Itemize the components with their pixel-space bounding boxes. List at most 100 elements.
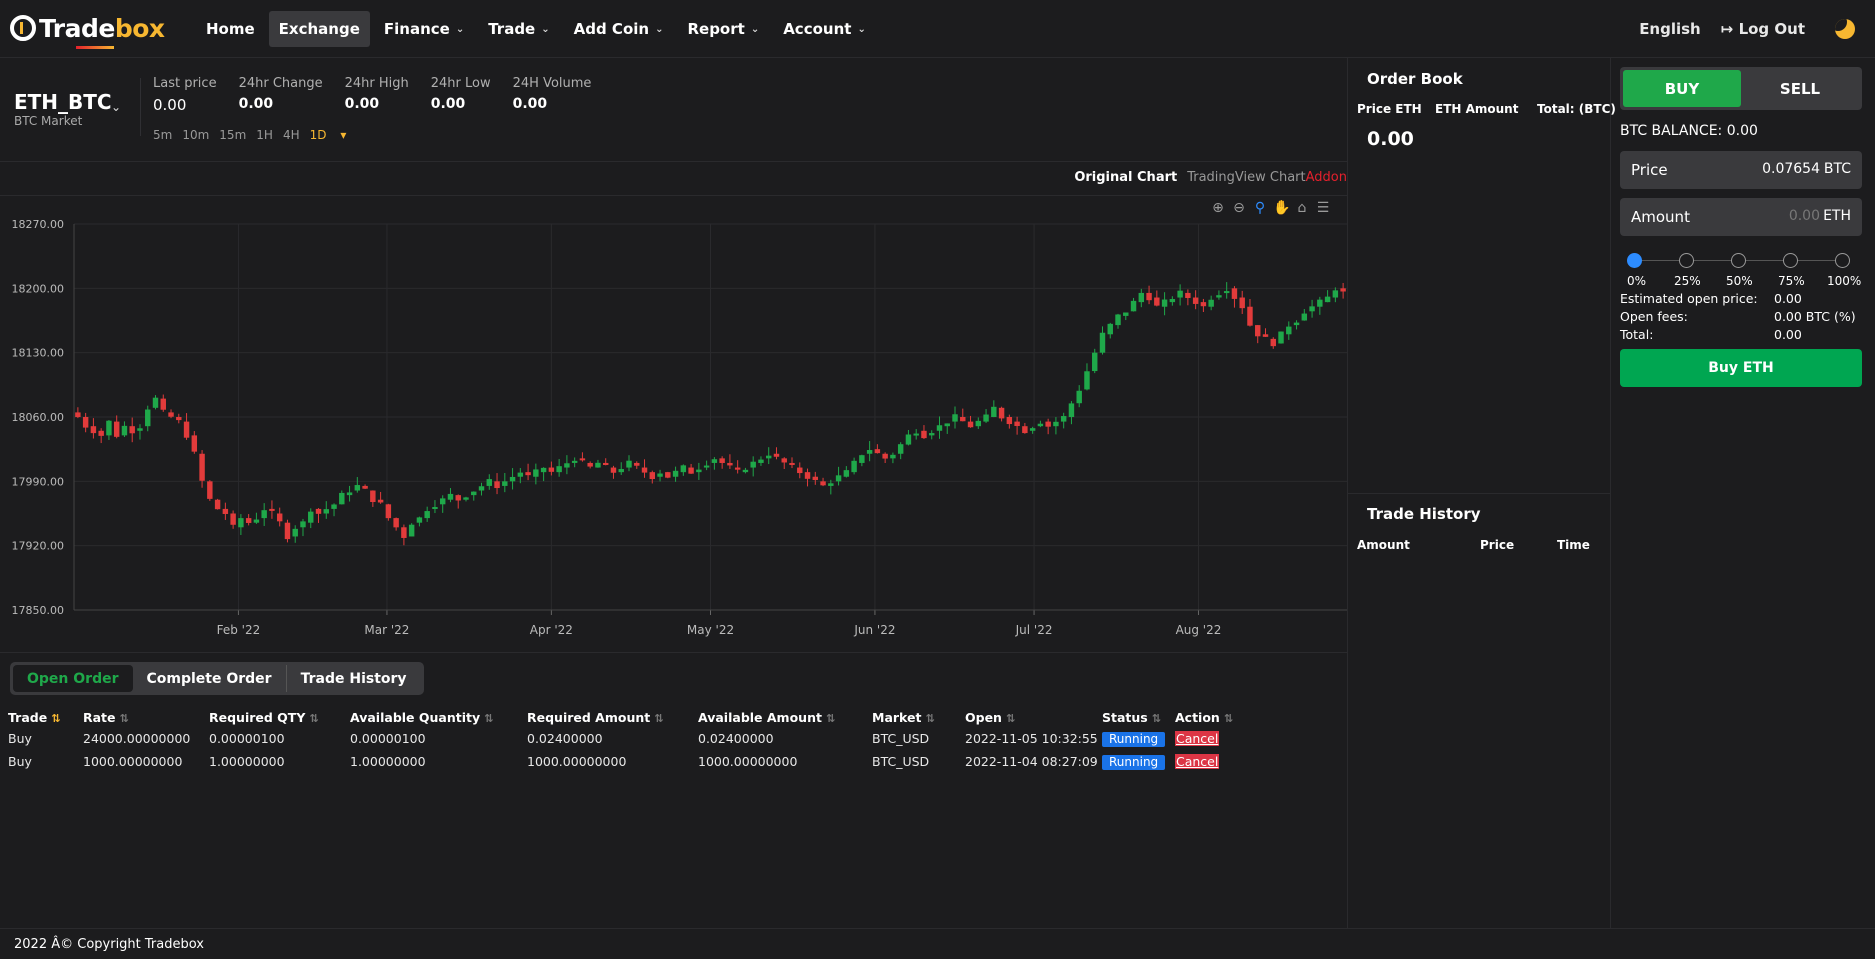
candle-body — [929, 433, 935, 436]
nav-report[interactable]: Report ⌄ — [677, 11, 769, 47]
tab-addon[interactable]: Addon — [1306, 170, 1347, 185]
buy-tab[interactable]: BUY — [1623, 70, 1741, 107]
slider-stop-50[interactable] — [1731, 253, 1746, 268]
candle-body — [1123, 312, 1129, 316]
candle-body — [967, 421, 974, 428]
col-market[interactable]: Market ⇅ — [872, 707, 965, 727]
interval-15m[interactable]: 15m — [219, 128, 246, 142]
candle-body — [696, 469, 702, 473]
tab-complete-order[interactable]: Complete Order — [133, 665, 287, 692]
candle-body — [734, 467, 741, 470]
candle-body — [377, 499, 384, 503]
slider-stop-100[interactable] — [1835, 253, 1850, 268]
col-available-quantity[interactable]: Available Quantity ⇅ — [350, 707, 527, 727]
candle-body — [1185, 292, 1191, 298]
candle-body — [804, 472, 811, 479]
slider-stop-25[interactable] — [1679, 253, 1694, 268]
candle-body — [1130, 300, 1137, 312]
candle-body — [866, 450, 873, 454]
cancel-button[interactable]: Cancel — [1175, 731, 1220, 746]
interval-1h[interactable]: 1H — [256, 128, 273, 142]
nav-exchange[interactable]: Exchange — [268, 11, 370, 47]
candle-body — [556, 466, 562, 473]
percentage-slider[interactable]: 0% 25% 50% 75% 100% — [1620, 248, 1863, 288]
buy-eth-button[interactable]: Buy ETH — [1620, 349, 1862, 387]
order-estimates: Estimated open price: 0.00 Open fees: 0.… — [1620, 291, 1856, 342]
sell-tab[interactable]: SELL — [1741, 70, 1859, 107]
col-open[interactable]: Open ⇅ — [965, 707, 1102, 727]
candle-body — [602, 462, 609, 466]
logout-link[interactable]: ↦ Log Out — [1721, 20, 1805, 38]
price-field[interactable]: Price 0.07654 BTC — [1620, 151, 1862, 189]
candle-body — [1006, 417, 1013, 425]
col-rate[interactable]: Rate ⇅ — [83, 707, 209, 727]
candle-body — [975, 420, 982, 427]
language-selector[interactable]: English — [1639, 20, 1701, 38]
pair-selector[interactable]: ETH_BTC BTC Market — [14, 90, 112, 128]
amount-input[interactable]: 0.00 — [1789, 208, 1820, 224]
candle-body — [797, 467, 803, 474]
interval-4h[interactable]: 4H — [283, 128, 300, 142]
interval-10m[interactable]: 10m — [182, 128, 209, 142]
candle-body — [261, 510, 267, 519]
nav-finance[interactable]: Finance ⌄ — [374, 11, 474, 47]
x-tick-label: Mar '22 — [364, 623, 409, 637]
candle-body — [1014, 421, 1020, 427]
candle-body — [75, 412, 81, 418]
candle-body — [486, 479, 492, 486]
candle-body — [1332, 290, 1339, 298]
cancel-button[interactable]: Cancel — [1175, 754, 1220, 769]
interval-5m[interactable]: 5m — [153, 128, 172, 142]
nav-home[interactable]: Home — [196, 11, 265, 47]
slider-stop-75[interactable] — [1783, 253, 1798, 268]
col-status[interactable]: Status ⇅ — [1102, 707, 1175, 727]
candle-body — [1293, 322, 1300, 326]
candle-body — [207, 481, 213, 499]
amount-field[interactable]: Amount 0.00 ETH — [1620, 198, 1862, 236]
candle-body — [1239, 297, 1245, 309]
candle-body — [998, 407, 1005, 419]
candle-body — [471, 491, 477, 496]
candle-body — [657, 473, 663, 477]
col-required-qty[interactable]: Required QTY ⇅ — [209, 707, 350, 727]
candlestick-chart[interactable]: 18270.00 18200.00 18130.00 18060.00 17990.00… — [0, 210, 1347, 650]
col-trade[interactable]: Trade ⇅ — [8, 707, 83, 727]
candle-body — [1286, 326, 1292, 335]
nav-add-coin[interactable]: Add Coin ⌄ — [564, 11, 674, 47]
tab-tradingview-chart[interactable]: TradingView Chart — [1187, 170, 1305, 185]
candle-body — [533, 469, 539, 477]
logo[interactable]: Tradebox — [10, 10, 165, 49]
tab-trade-history[interactable]: Trade History — [287, 665, 421, 692]
x-tick-label: Jun '22 — [853, 623, 895, 637]
tab-original-chart[interactable]: Original Chart — [1074, 170, 1177, 185]
candle-body — [509, 476, 516, 482]
col-action[interactable]: Action ⇅ — [1175, 707, 1255, 727]
candle-body — [401, 527, 407, 538]
y-tick-label: 17990.00 — [12, 475, 65, 488]
col-available-amount[interactable]: Available Amount ⇅ — [698, 707, 872, 727]
candle-body — [1060, 416, 1067, 422]
candle-body — [1324, 296, 1331, 303]
candle-body — [145, 409, 151, 427]
moon-icon[interactable] — [1835, 19, 1855, 39]
candle-body — [758, 459, 764, 463]
candle-body — [168, 412, 174, 417]
candle-body — [253, 519, 260, 523]
nav-trade[interactable]: Trade ⌄ — [478, 11, 559, 47]
top-navbar: Tradebox Home Exchange Finance ⌄ Trade ⌄ A… — [0, 0, 1875, 58]
tab-open-order[interactable]: Open Order — [13, 665, 133, 692]
interval-1d[interactable]: 1D ▾ — [310, 128, 357, 142]
x-tick-label: Aug '22 — [1176, 623, 1222, 637]
candle-body — [137, 428, 143, 431]
candle-body — [1084, 371, 1090, 390]
slider-handle[interactable] — [1627, 253, 1642, 268]
nav-account[interactable]: Account ⌄ — [773, 11, 876, 47]
price-input[interactable]: 0.07654 — [1762, 161, 1820, 177]
col-required-amount[interactable]: Required Amount ⇅ — [527, 707, 698, 727]
divider — [140, 78, 141, 136]
divider — [1610, 58, 1611, 928]
chevron-down-icon[interactable]: ⌄ — [111, 100, 121, 114]
candle-body — [548, 467, 555, 472]
stat-24h-volume: 24H Volume 0.00 — [512, 76, 592, 112]
candle-body — [1115, 314, 1121, 326]
